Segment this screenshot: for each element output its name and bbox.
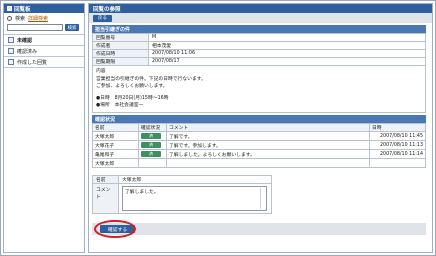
column-header-name: 名前 (92, 123, 139, 132)
field-value: 2007/08/10 11:06 (148, 49, 426, 58)
content-area: 担当引継ぎの件 回覧番号 M 作成者 相本茂愛 作成日時 2007/08/10 … (92, 25, 426, 214)
response-datetime: 2007/08/10 11:14 (369, 149, 426, 159)
article-info-table: 回覧番号 M 作成者 相本茂愛 作成日時 2007/08/10 11:06 回覧… (92, 33, 426, 66)
status-badge: 済 (141, 133, 161, 139)
sidebar-header: 回覧板 (4, 4, 84, 13)
status-cell: 済 (138, 140, 167, 150)
table-row: 大塚太郎 済 了解です。 2007/08/10 11:45 (92, 131, 426, 141)
folder-icon (8, 37, 14, 43)
advanced-search-link[interactable]: 詳細検索 (28, 15, 48, 22)
table-row: コメント 了解しました。 (92, 183, 272, 214)
table-row: 大塚太郎 (92, 158, 426, 168)
body-line: 営業担当の引継ぎの件。下記の日時で行ないます。 (96, 77, 206, 82)
response-comment: 了解です。 (166, 131, 370, 141)
response-comment: 了解しました。よろしくお願いします。 (166, 149, 370, 159)
window-frame: 回覧板 検索 詳細検索 検索 未確認 確認済み 作成した回覧 回覧の参照 戻る … (0, 0, 436, 256)
search-button[interactable]: 検索 (65, 24, 79, 31)
reply-name-label: 名前 (92, 175, 119, 184)
reply-name-value: 大塚太郎 (118, 175, 272, 184)
reply-form: 名前 大塚太郎 コメント 了解しました。 (92, 175, 272, 214)
table-row: 回覧番号 M (92, 33, 426, 42)
reply-comment-cell: 了解しました。 (118, 183, 272, 214)
field-value: 相本茂愛 (148, 41, 426, 50)
circular-board-icon (7, 6, 12, 11)
body-line: ご参加、よろしくお願いします。 (96, 84, 168, 89)
comment-text: 了解しました。 (125, 190, 159, 195)
response-comment (166, 158, 370, 168)
folder-icon (8, 48, 14, 54)
body-line: ●日時 8月20日(月)15時～16時 (96, 96, 169, 101)
search-label: 検索 (15, 15, 26, 22)
status-badge: 済 (141, 142, 161, 148)
column-header-status: 確認状況 (138, 123, 167, 132)
table-row: 名前 大塚太郎 (92, 175, 272, 184)
sidebar-title: 回覧板 (14, 6, 31, 13)
field-label: 作成者 (92, 41, 149, 50)
main-header: 回覧の参照 (89, 4, 432, 13)
article-body: 内容 営業担当の引継ぎの件。下記の日時で行ないます。 ご参加、よろしくお願いしま… (92, 66, 426, 113)
status-cell: 済 (138, 131, 167, 141)
back-button[interactable]: 戻る (93, 14, 112, 22)
table-row: 亀尾和子 済 了解しました。よろしくお願いします。 2007/08/10 11:… (92, 149, 426, 159)
highlight-circle (94, 220, 136, 238)
sidebar-list: 未確認 確認済み 作成した回覧 (4, 34, 84, 68)
field-label: 回覧期限 (92, 57, 149, 66)
response-datetime: 2007/08/10 11:13 (369, 140, 426, 150)
search-box: 検索 (4, 23, 84, 32)
field-label: 作成日時 (92, 49, 149, 58)
search-icon (7, 15, 12, 21)
table-row: 回覧期限 2007/08/17 (92, 57, 426, 66)
response-name: 亀尾和子 (92, 149, 139, 159)
responses-table: 名前 確認状況 コメント 日時 大塚太郎 済 了解です。 2007/08/10 … (92, 123, 426, 168)
status-cell: 済 (138, 149, 167, 159)
body-line: ●場所 本社会議室一 (96, 103, 144, 108)
column-header-datetime: 日時 (369, 123, 426, 132)
sidebar-item-confirmed[interactable]: 確認済み (4, 46, 84, 57)
response-name: 大塚太郎 (92, 158, 139, 168)
table-row: 作成者 相本茂愛 (92, 41, 426, 50)
responses-title: 確認状況 (92, 115, 426, 123)
response-datetime: 2007/08/10 11:45 (369, 131, 426, 141)
sidebar-item-unconfirmed[interactable]: 未確認 (4, 35, 84, 46)
search-row: 検索 詳細検索 (4, 13, 84, 23)
folder-icon (8, 59, 14, 65)
response-name: 大塚花子 (92, 140, 139, 150)
table-row: 大塚花子 済 了解です。参加します。 2007/08/10 11:13 (92, 140, 426, 150)
sidebar-item-label: 確認済み (17, 48, 38, 55)
sidebar-item-created[interactable]: 作成した回覧 (4, 57, 84, 68)
textarea-scrollbar[interactable] (260, 188, 265, 209)
sidebar-item-label: 未確認 (17, 37, 33, 44)
sidebar: 回覧板 検索 詳細検索 検索 未確認 確認済み 作成した回覧 (3, 3, 85, 253)
body-label: 内容 (96, 69, 106, 74)
table-header-row: 名前 確認状況 コメント 日時 (92, 123, 426, 132)
response-datetime (369, 158, 426, 168)
comment-textarea[interactable]: 了解しました。 (122, 186, 267, 211)
article-title: 担当引継ぎの件 (92, 25, 426, 33)
confirm-bar: 確認する (92, 223, 426, 235)
field-label: 回覧番号 (92, 33, 149, 42)
response-comment: 了解です。参加します。 (166, 140, 370, 150)
toolbar: 戻る (89, 13, 432, 23)
response-name: 大塚太郎 (92, 131, 139, 141)
field-value: M (148, 33, 426, 42)
search-input[interactable] (7, 24, 63, 31)
reply-comment-label: コメント (92, 183, 119, 214)
table-row: 作成日時 2007/08/10 11:06 (92, 49, 426, 58)
status-badge: 済 (141, 151, 161, 157)
status-cell (138, 158, 167, 168)
field-value: 2007/08/17 (148, 57, 426, 66)
column-header-comment: コメント (166, 123, 370, 132)
sidebar-item-label: 作成した回覧 (17, 59, 48, 66)
